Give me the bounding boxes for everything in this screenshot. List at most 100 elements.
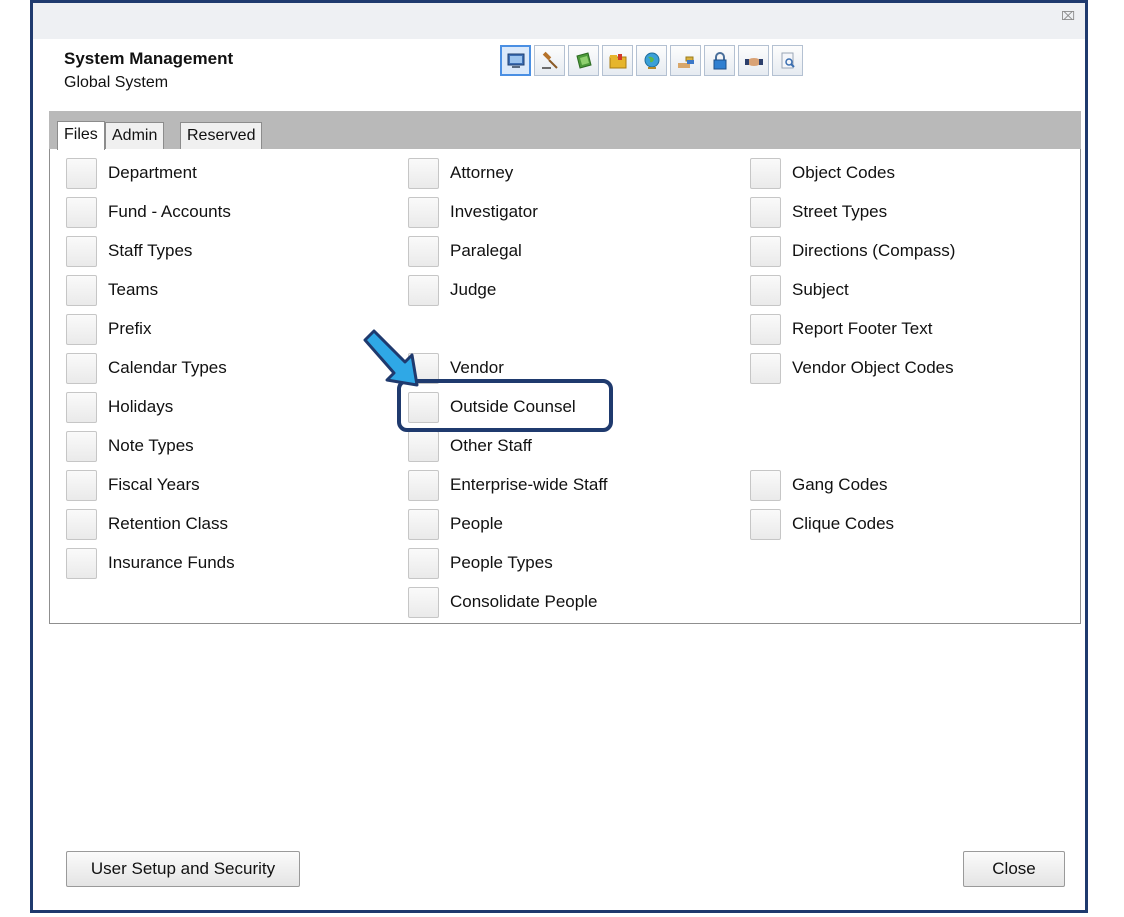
- file-button-report-footer-text[interactable]: Report Footer Text: [750, 313, 932, 345]
- file-button-gang-codes[interactable]: Gang Codes: [750, 469, 887, 501]
- file-button-label: Department: [108, 163, 197, 182]
- module-toolbar: [500, 45, 803, 79]
- file-button-box[interactable]: [66, 469, 97, 501]
- tab-admin[interactable]: Admin: [105, 122, 165, 150]
- page-subtitle: Global System: [64, 74, 169, 91]
- file-button-label: Judge: [450, 280, 497, 299]
- file-button-box[interactable]: [66, 508, 97, 540]
- file-button-enterprise-wide-staff[interactable]: Enterprise-wide Staff: [408, 469, 607, 501]
- file-button-box[interactable]: [66, 157, 97, 189]
- user-setup-security-button[interactable]: User Setup and Security: [66, 851, 300, 887]
- file-button-box[interactable]: [750, 157, 781, 189]
- file-button-label: Note Types: [108, 436, 194, 455]
- file-button-consolidate-people[interactable]: Consolidate People: [408, 586, 597, 618]
- file-button-box[interactable]: [750, 352, 781, 384]
- file-button-box[interactable]: [408, 508, 439, 540]
- toolbar-button-handshake[interactable]: [738, 45, 769, 76]
- file-button-label: Gang Codes: [792, 475, 888, 494]
- file-button-label: Fund - Accounts: [108, 202, 231, 221]
- file-button-box[interactable]: [750, 508, 781, 540]
- file-button-label: Staff Types: [108, 241, 193, 260]
- tab-reserved[interactable]: Reserved: [180, 122, 263, 150]
- file-button-label: Consolidate People: [450, 592, 598, 611]
- tab-strip: Files Admin Reserved: [49, 111, 1081, 150]
- file-button-holidays[interactable]: Holidays: [66, 391, 173, 423]
- file-button-directions-compass[interactable]: Directions (Compass): [750, 235, 955, 267]
- file-button-investigator[interactable]: Investigator: [408, 196, 538, 228]
- file-button-label: Clique Codes: [792, 514, 895, 533]
- file-button-teams[interactable]: Teams: [66, 274, 158, 306]
- file-button-label: Insurance Funds: [108, 553, 235, 572]
- file-button-box[interactable]: [408, 586, 439, 618]
- file-button-label: Directions (Compass): [792, 241, 956, 260]
- toolbar-button-gavel[interactable]: [534, 45, 565, 76]
- file-button-attorney[interactable]: Attorney: [408, 157, 513, 189]
- file-button-fund-accounts[interactable]: Fund - Accounts: [66, 196, 231, 228]
- file-button-box[interactable]: [66, 235, 97, 267]
- file-button-label: Subject: [792, 280, 849, 299]
- file-button-object-codes[interactable]: Object Codes: [750, 157, 895, 189]
- toolbar-button-book[interactable]: [568, 45, 599, 76]
- file-button-label: Teams: [108, 280, 159, 299]
- file-button-label: Investigator: [450, 202, 538, 221]
- file-button-street-types[interactable]: Street Types: [750, 196, 887, 228]
- file-button-box[interactable]: [66, 274, 97, 306]
- tab-files[interactable]: Files: [57, 121, 105, 150]
- file-button-clique-codes[interactable]: Clique Codes: [750, 508, 894, 540]
- file-button-label: Calendar Types: [108, 358, 227, 377]
- document-search-icon: [781, 52, 795, 68]
- toolbar-button-hand-coins[interactable]: [670, 45, 701, 76]
- file-button-box[interactable]: [408, 391, 439, 423]
- file-button-box[interactable]: [66, 313, 97, 345]
- file-button-box[interactable]: [750, 196, 781, 228]
- file-button-box[interactable]: [66, 547, 97, 579]
- file-button-label: Vendor Object Codes: [792, 358, 954, 377]
- file-button-box[interactable]: [750, 235, 781, 267]
- file-button-label: Outside Counsel: [450, 397, 576, 416]
- file-button-people[interactable]: People: [408, 508, 503, 540]
- globe-icon: [644, 52, 659, 69]
- file-button-prefix[interactable]: Prefix: [66, 313, 151, 345]
- file-button-box[interactable]: [408, 157, 439, 189]
- file-button-staff-types[interactable]: Staff Types: [66, 235, 192, 267]
- toolbar-button-document-search[interactable]: [772, 45, 803, 76]
- file-button-box[interactable]: [408, 430, 439, 462]
- close-window-icon[interactable]: ⌧: [1061, 9, 1075, 23]
- file-button-box[interactable]: [408, 274, 439, 306]
- file-button-subject[interactable]: Subject: [750, 274, 849, 306]
- file-button-fiscal-years[interactable]: Fiscal Years: [66, 469, 200, 501]
- close-button[interactable]: Close: [963, 851, 1065, 887]
- toolbar-button-folder[interactable]: [602, 45, 633, 76]
- folder-icon: [609, 53, 626, 68]
- file-button-label: Enterprise-wide Staff: [450, 475, 608, 494]
- file-button-box[interactable]: [750, 313, 781, 345]
- file-button-other-staff[interactable]: Other Staff: [408, 430, 532, 462]
- file-button-vendor-object-codes[interactable]: Vendor Object Codes: [750, 352, 954, 384]
- toolbar-button-monitor[interactable]: [500, 45, 531, 76]
- file-button-box[interactable]: [66, 352, 97, 384]
- file-button-box[interactable]: [408, 547, 439, 579]
- file-button-box[interactable]: [408, 235, 439, 267]
- files-tab-panel: Department Fund - Accounts Staff Types T…: [49, 149, 1081, 624]
- file-button-people-types[interactable]: People Types: [408, 547, 553, 579]
- file-button-retention-class[interactable]: Retention Class: [66, 508, 228, 540]
- file-button-box[interactable]: [66, 430, 97, 462]
- file-button-paralegal[interactable]: Paralegal: [408, 235, 522, 267]
- file-button-label: Report Footer Text: [792, 319, 933, 338]
- file-button-box[interactable]: [66, 391, 97, 423]
- system-management-window: ⌧ System Management Global System Files …: [30, 0, 1088, 913]
- file-button-department[interactable]: Department: [66, 157, 197, 189]
- file-button-outside-counsel[interactable]: Outside Counsel: [408, 391, 576, 423]
- file-button-calendar-types[interactable]: Calendar Types: [66, 352, 227, 384]
- file-button-box[interactable]: [750, 274, 781, 306]
- toolbar-button-lock[interactable]: [704, 45, 735, 76]
- file-button-note-types[interactable]: Note Types: [66, 430, 194, 462]
- file-button-insurance-funds[interactable]: Insurance Funds: [66, 547, 235, 579]
- file-button-box[interactable]: [408, 469, 439, 501]
- file-button-box[interactable]: [408, 196, 439, 228]
- file-button-box[interactable]: [66, 196, 97, 228]
- file-button-label: Attorney: [450, 163, 514, 182]
- file-button-box[interactable]: [750, 469, 781, 501]
- file-button-judge[interactable]: Judge: [408, 274, 496, 306]
- toolbar-button-globe[interactable]: [636, 45, 667, 76]
